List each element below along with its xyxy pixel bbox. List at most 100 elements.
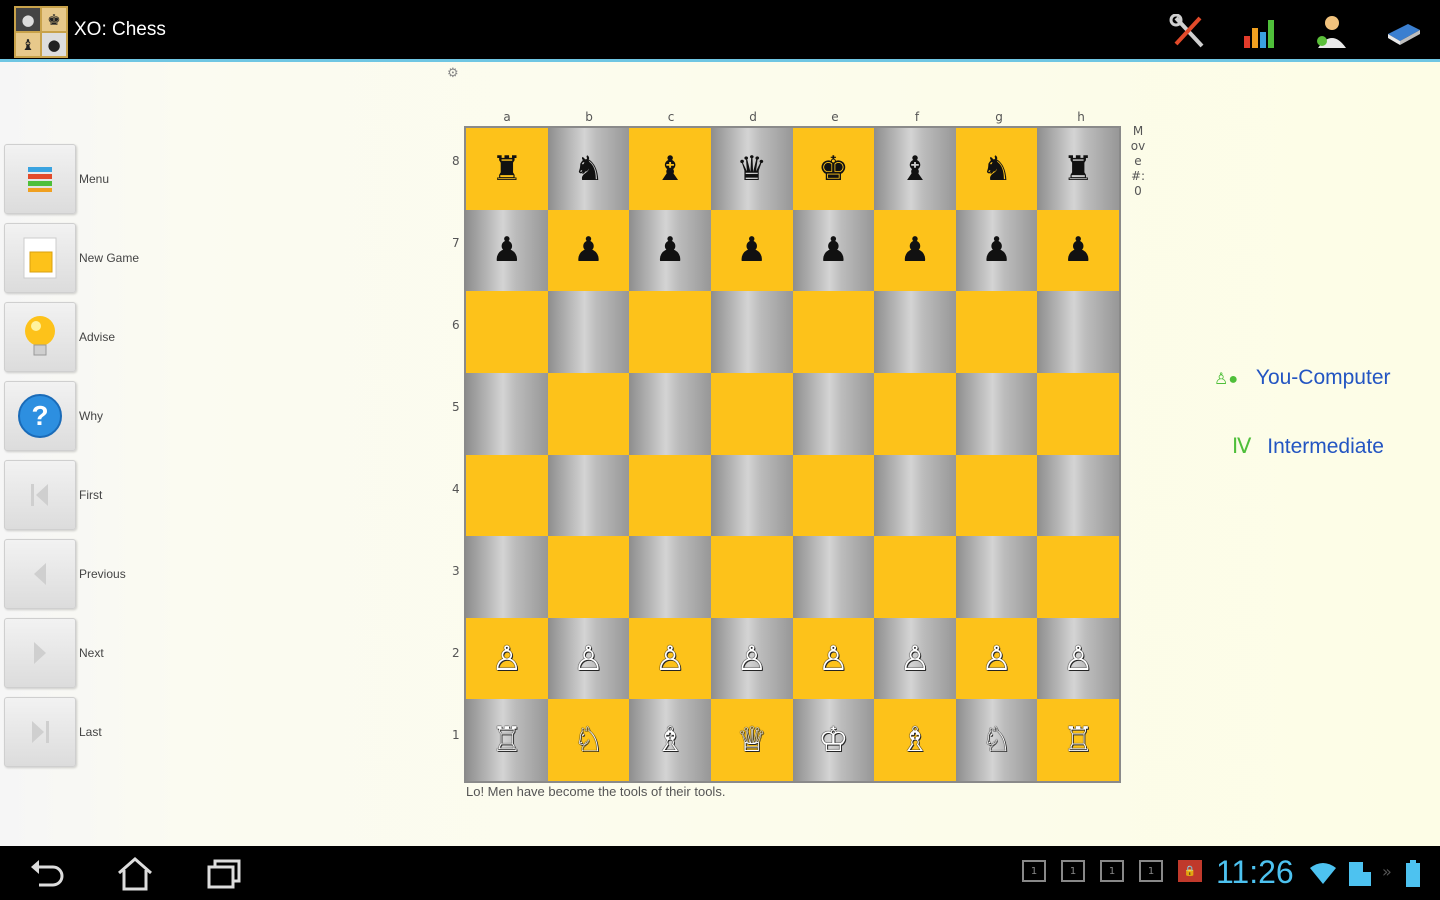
- board-square[interactable]: [792, 536, 875, 618]
- board-square[interactable]: ♗: [629, 699, 711, 781]
- board-square[interactable]: ♟: [547, 209, 630, 292]
- level-info[interactable]: Ⅳ Intermediate: [1232, 434, 1384, 459]
- board-square[interactable]: [792, 372, 875, 455]
- board-square[interactable]: [792, 454, 875, 537]
- notification-icon[interactable]: 1: [1139, 860, 1163, 882]
- tools-button[interactable]: [1166, 12, 1210, 52]
- notification-icon[interactable]: 1: [1022, 860, 1046, 882]
- board-square[interactable]: ♟: [466, 209, 548, 292]
- board-square[interactable]: [710, 372, 793, 455]
- board-square[interactable]: ♚: [792, 128, 875, 210]
- board-square[interactable]: [874, 536, 956, 618]
- board-square[interactable]: [710, 291, 793, 373]
- board-square[interactable]: [629, 454, 711, 537]
- board-square[interactable]: [466, 291, 548, 373]
- board-square[interactable]: ♛: [710, 128, 793, 210]
- board-square[interactable]: ♙: [874, 617, 956, 700]
- chess-piece[interactable]: ♛: [736, 152, 766, 186]
- board-square[interactable]: [629, 372, 711, 455]
- chess-piece[interactable]: ♟: [655, 233, 685, 267]
- board-square[interactable]: ♜: [1037, 128, 1119, 210]
- chess-piece[interactable]: ♟: [981, 233, 1011, 267]
- chess-piece[interactable]: ♟: [736, 233, 766, 267]
- chess-piece[interactable]: ♕: [736, 723, 766, 757]
- chess-piece[interactable]: ♗: [900, 723, 930, 757]
- board-square[interactable]: [792, 291, 875, 373]
- board-square[interactable]: [955, 536, 1038, 618]
- app-icon[interactable]: ● ♚ ♝ ●: [14, 6, 68, 58]
- chess-piece[interactable]: ♔: [818, 723, 848, 757]
- chess-piece[interactable]: ♙: [818, 642, 848, 676]
- chess-piece[interactable]: ♙: [1063, 642, 1093, 676]
- board-square[interactable]: [629, 291, 711, 373]
- board-square[interactable]: ♙: [1037, 617, 1119, 700]
- chess-piece[interactable]: ♘: [981, 723, 1011, 757]
- board-square[interactable]: ♕: [710, 699, 793, 781]
- stats-button[interactable]: [1238, 12, 1282, 52]
- board-square[interactable]: ♞: [955, 128, 1038, 210]
- chess-piece[interactable]: ♗: [655, 723, 685, 757]
- chess-piece[interactable]: ♙: [573, 642, 603, 676]
- board-square[interactable]: [874, 291, 956, 373]
- chess-piece[interactable]: ♚: [818, 152, 848, 186]
- board-square[interactable]: ♗: [874, 699, 956, 781]
- board-square[interactable]: ♙: [466, 617, 548, 700]
- clock[interactable]: 11:26: [1216, 854, 1294, 891]
- home-button[interactable]: [110, 854, 160, 894]
- board-square[interactable]: [466, 372, 548, 455]
- notification-icon[interactable]: 1: [1061, 860, 1085, 882]
- chess-piece[interactable]: ♙: [736, 642, 766, 676]
- board-square[interactable]: ♜: [466, 128, 548, 210]
- board-square[interactable]: ♙: [629, 617, 711, 700]
- chess-piece[interactable]: ♖: [1063, 723, 1093, 757]
- chess-piece[interactable]: ♙: [900, 642, 930, 676]
- chess-piece[interactable]: ♞: [573, 152, 603, 186]
- chess-piece[interactable]: ♟: [1063, 233, 1093, 267]
- board-square[interactable]: ♙: [792, 617, 875, 700]
- board-square[interactable]: ♟: [1037, 209, 1119, 292]
- board-square[interactable]: [955, 372, 1038, 455]
- chess-piece[interactable]: ♝: [655, 152, 685, 186]
- board-square[interactable]: [466, 454, 548, 537]
- board-square[interactable]: ♝: [874, 128, 956, 210]
- board-square[interactable]: ♖: [1037, 699, 1119, 781]
- board-square[interactable]: [874, 372, 956, 455]
- chess-piece[interactable]: ♙: [492, 642, 522, 676]
- board-square[interactable]: [1037, 291, 1119, 373]
- chess-piece[interactable]: ♘: [573, 723, 603, 757]
- book-button[interactable]: [1382, 12, 1426, 52]
- chess-piece[interactable]: ♟: [818, 233, 848, 267]
- chess-piece[interactable]: ♖: [492, 723, 522, 757]
- board-square[interactable]: ♝: [629, 128, 711, 210]
- chess-piece[interactable]: ♟: [900, 233, 930, 267]
- recent-apps-button[interactable]: [200, 854, 250, 894]
- first-button[interactable]: First: [4, 460, 194, 530]
- next-button[interactable]: Next: [4, 618, 194, 688]
- chess-piece[interactable]: ♟: [573, 233, 603, 267]
- board-square[interactable]: ♟: [955, 209, 1038, 292]
- players-button[interactable]: [1310, 12, 1354, 52]
- board-square[interactable]: [547, 291, 630, 373]
- board-square[interactable]: ♖: [466, 699, 548, 781]
- board-square[interactable]: ♘: [955, 699, 1038, 781]
- board-square[interactable]: [1037, 454, 1119, 537]
- board-square[interactable]: [547, 454, 630, 537]
- chess-piece[interactable]: ♙: [981, 642, 1011, 676]
- board-square[interactable]: ♔: [792, 699, 875, 781]
- board-square[interactable]: ♟: [710, 209, 793, 292]
- board-square[interactable]: [874, 454, 956, 537]
- menu-button[interactable]: Menu: [4, 144, 194, 214]
- notification-icon[interactable]: 1: [1100, 860, 1124, 882]
- board-square[interactable]: [1037, 536, 1119, 618]
- advise-button[interactable]: Advise: [4, 302, 194, 372]
- chess-piece[interactable]: ♟: [492, 233, 522, 267]
- board-square[interactable]: [1037, 372, 1119, 455]
- board-square[interactable]: ♙: [547, 617, 630, 700]
- previous-button[interactable]: Previous: [4, 539, 194, 609]
- why-button[interactable]: ? Why: [4, 381, 194, 451]
- new-game-button[interactable]: New Game: [4, 223, 194, 293]
- chess-board[interactable]: ♜ ♞ ♝ ♛ ♚ ♝ ♞ ♜ ♟ ♟ ♟ ♟ ♟ ♟ ♟ ♟ ♙ ♙ ♙ ♙ ♙ ♙ ♙ ♙ ♖ ♘ ♗ ♕ ♔ ♗ ♘ ♖: [464, 126, 1121, 783]
- board-square[interactable]: ♙: [710, 617, 793, 700]
- board-square[interactable]: ♙: [955, 617, 1038, 700]
- chess-piece[interactable]: ♙: [655, 642, 685, 676]
